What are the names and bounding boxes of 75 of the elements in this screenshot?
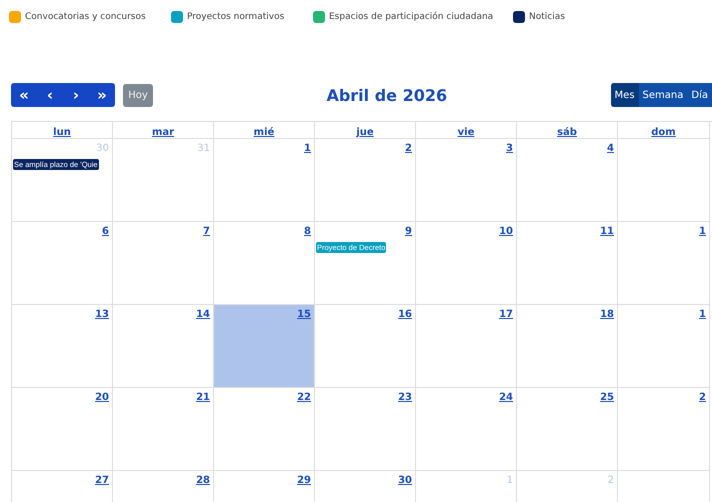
day-cell[interactable]: 13 — [12, 305, 113, 388]
day-number[interactable]: 20 — [95, 392, 109, 405]
day-number[interactable]: 14 — [196, 309, 210, 322]
nav-button[interactable]: « — [11, 83, 37, 107]
day-number[interactable]: 18 — [600, 309, 614, 322]
nav-button[interactable]: ‹ — [37, 83, 63, 107]
day-number[interactable]: 13 — [95, 309, 109, 322]
day-cell[interactable]: 1 — [618, 222, 710, 305]
day-cell[interactable]: 7 — [113, 222, 214, 305]
weekday-header[interactable]: vie — [458, 127, 474, 138]
day-number[interactable]: 2 — [699, 392, 706, 405]
day-number[interactable]: 1 — [699, 226, 706, 239]
day-cell[interactable]: 10 — [416, 222, 517, 305]
weekday-header[interactable]: dom — [651, 127, 676, 138]
legend-label: Noticias — [529, 12, 565, 22]
day-number[interactable]: 24 — [499, 392, 513, 405]
weekday-header[interactable]: mar — [152, 127, 174, 138]
day-number[interactable]: 30 — [398, 475, 412, 488]
day-number[interactable]: 23 — [398, 392, 412, 405]
day-cell[interactable]: 25 — [517, 388, 618, 471]
day-cell[interactable]: 4 — [517, 139, 618, 222]
day-cell[interactable]: 1 — [214, 139, 315, 222]
day-number[interactable]: 27 — [95, 475, 109, 488]
day-number[interactable]: 17 — [499, 309, 513, 322]
day-cell[interactable]: 3 — [416, 139, 517, 222]
view-tab[interactable]: Día — [687, 83, 712, 107]
day-cell[interactable]: 17 — [416, 305, 517, 388]
weekday-header[interactable]: jue — [356, 127, 374, 138]
weekday-header[interactable]: lun — [53, 127, 71, 138]
day-cell[interactable]: 6 — [12, 222, 113, 305]
day-number[interactable]: 1 — [699, 309, 706, 322]
day-number[interactable]: 10 — [499, 226, 513, 239]
day-cell[interactable]: 15 — [214, 305, 315, 388]
day-cell[interactable] — [618, 139, 710, 222]
view-tab[interactable]: Semana — [638, 83, 688, 107]
day-number[interactable]: 11 — [600, 226, 614, 239]
legend-label: Espacios de participación ciudadana — [329, 12, 494, 22]
day-number[interactable]: 6 — [102, 226, 109, 239]
day-number[interactable]: 25 — [600, 392, 614, 405]
day-number[interactable]: 16 — [398, 309, 412, 322]
day-cell[interactable]: 23 — [315, 388, 416, 471]
day-cell[interactable]: 30 — [315, 471, 416, 502]
day-cell[interactable]: 2 — [618, 388, 710, 471]
day-cell[interactable]: 21 — [113, 388, 214, 471]
day-number[interactable]: 28 — [196, 475, 210, 488]
weekday-header[interactable]: mié — [254, 127, 274, 138]
day-number[interactable]: 22 — [297, 392, 311, 405]
day-cell[interactable]: 18 — [517, 305, 618, 388]
day-cell[interactable]: 28 — [113, 471, 214, 502]
day-cell[interactable]: 29 — [214, 471, 315, 502]
day-number[interactable]: 9 — [405, 226, 412, 239]
weekday-header[interactable]: sáb — [557, 127, 577, 138]
day-number[interactable]: 15 — [297, 309, 311, 322]
day-cell[interactable]: 22 — [214, 388, 315, 471]
day-cell[interactable]: 2 — [315, 139, 416, 222]
day-cell[interactable]: 1 — [618, 305, 710, 388]
view-tab[interactable]: Mes — [610, 83, 639, 107]
day-cell[interactable]: 27 — [12, 471, 113, 502]
day-cell[interactable]: 20 — [12, 388, 113, 471]
day-cell[interactable]: 11 — [517, 222, 618, 305]
month-title: Abril de 2026 — [325, 86, 448, 104]
day-number[interactable]: 1 — [304, 143, 311, 156]
day-number[interactable]: 29 — [297, 475, 311, 488]
day-number[interactable]: 3 — [506, 143, 513, 156]
day-cell[interactable]: 24 — [416, 388, 517, 471]
day-cell[interactable]: 16 — [315, 305, 416, 388]
nav-button[interactable]: » — [89, 83, 115, 107]
day-number[interactable]: 8 — [304, 226, 311, 239]
legend-label: Convocatorias y concursos — [25, 12, 146, 22]
day-number[interactable]: 2 — [405, 143, 412, 156]
day-number[interactable]: 4 — [607, 143, 614, 156]
day-number[interactable]: 21 — [196, 392, 210, 405]
legend-label: Proyectos normativos — [187, 12, 284, 22]
nav-button[interactable]: › — [63, 83, 89, 107]
day-number[interactable]: 7 — [203, 226, 210, 239]
